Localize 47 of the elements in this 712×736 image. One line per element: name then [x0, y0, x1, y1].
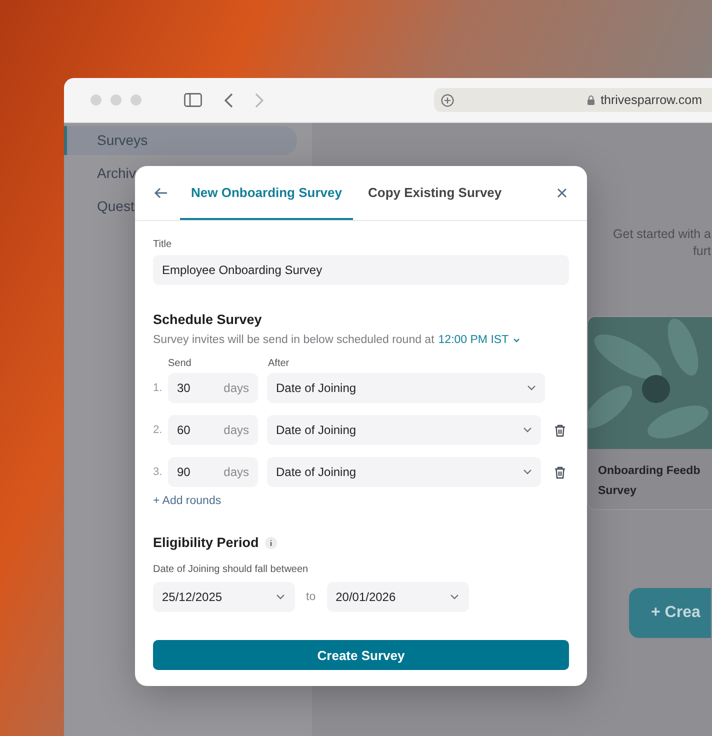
- lock-icon: [586, 95, 595, 105]
- info-icon[interactable]: [264, 536, 277, 548]
- tab[interactable]: Copy Existing Survey: [356, 166, 513, 220]
- round-number: 1.: [153, 382, 164, 394]
- date-dropdown[interactable]: 20/01/2026: [326, 582, 469, 612]
- close-icon[interactable]: [557, 188, 567, 198]
- address-bar[interactable]: thrivesparrow.com: [434, 88, 712, 112]
- add-rounds-link[interactable]: + Add rounds: [153, 495, 222, 507]
- template-card[interactable]: Onboarding Feedb Survey: [587, 316, 712, 510]
- after-dropdown[interactable]: Date of Joining: [267, 415, 541, 445]
- after-dropdown[interactable]: Date of Joining: [267, 373, 545, 403]
- chevron-down-icon: [450, 594, 459, 600]
- url-text: thrivesparrow.com: [600, 93, 702, 107]
- add-circle-icon[interactable]: [441, 94, 454, 106]
- time-dropdown[interactable]: 12:00 PM IST: [438, 334, 520, 346]
- schedule-note: Survey invites will be send in below scheduled round at: [153, 334, 434, 346]
- days-input-field[interactable]: 60 days: [168, 415, 258, 445]
- title-input-field[interactable]: Employee Onboarding Survey: [153, 255, 569, 285]
- chevron-down-icon: [512, 338, 520, 342]
- trash-icon[interactable]: [554, 466, 566, 478]
- days-input-field[interactable]: 90 days: [168, 457, 258, 487]
- section-heading: Schedule Survey: [153, 312, 263, 327]
- date-dropdown[interactable]: 25/12/2025: [153, 582, 295, 612]
- range-separator: to: [306, 591, 316, 603]
- field-label: Title: [153, 239, 173, 250]
- chevron-down-icon: [523, 469, 532, 475]
- sidebar-icon[interactable]: [184, 93, 202, 107]
- round-number: 3.: [153, 466, 164, 478]
- create-survey-button[interactable]: Create Survey: [153, 640, 569, 670]
- tab[interactable]: New Onboarding Survey: [180, 166, 353, 220]
- section-heading: Eligibility Period: [153, 535, 259, 550]
- round-number: 2.: [153, 424, 164, 436]
- days-input-field[interactable]: 30 days: [168, 373, 258, 403]
- after-dropdown[interactable]: Date of Joining: [267, 457, 541, 487]
- chevron-down-icon: [276, 594, 285, 600]
- back-arrow-icon[interactable]: [154, 187, 168, 199]
- back-icon[interactable]: [224, 92, 233, 108]
- column-header: Send: [168, 358, 192, 369]
- chevron-down-icon: [523, 427, 532, 433]
- card-title: Onboarding Feedb: [598, 464, 702, 479]
- trash-icon[interactable]: [554, 424, 566, 436]
- intro-text: furt: [692, 243, 711, 260]
- eligibility-note: Date of Joining should fall between: [153, 564, 310, 575]
- chevron-down-icon: [527, 385, 536, 391]
- intro-text: Get started with a: [613, 226, 711, 243]
- column-header: After: [268, 358, 290, 369]
- card-title: Survey: [598, 484, 638, 499]
